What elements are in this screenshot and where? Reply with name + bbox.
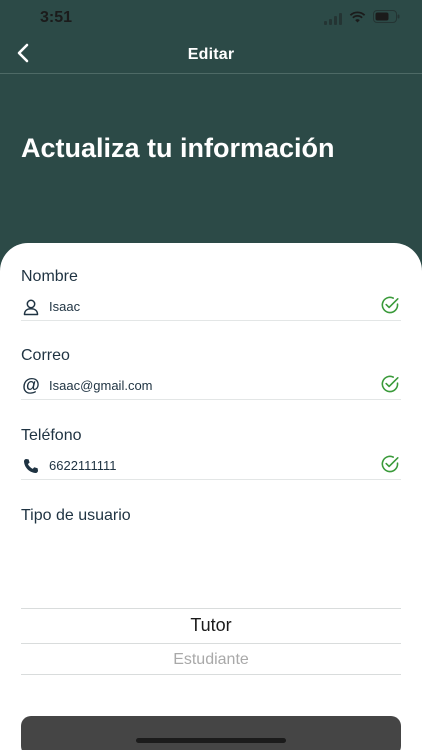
phone-value[interactable]: 6622111111 [49,458,379,473]
phone-field: Teléfono 6622111111 [21,427,401,480]
battery-icon [373,10,400,28]
picker-option-tutor[interactable]: Tutor [21,615,401,636]
name-input-row[interactable]: Isaac [21,293,401,321]
picker-divider [21,674,401,675]
status-time: 3:51 [40,9,73,26]
status-icons [324,10,400,28]
navigation-bar: Editar [0,36,422,74]
user-type-label: Tipo de usuario [21,507,131,524]
submit-button[interactable] [21,716,401,750]
home-indicator [136,738,286,743]
page-heading: Actualiza tu información [21,133,335,163]
phone-label: Teléfono [21,427,82,444]
phone-icon [21,456,41,476]
email-value[interactable]: Isaac@gmail.com [49,378,379,393]
check-circle-icon [379,373,401,395]
nav-title: Editar [187,46,235,63]
email-input-row[interactable]: @ Isaac@gmail.com [21,372,401,400]
name-field: Nombre Isaac [21,268,401,321]
picker-divider [21,643,401,644]
user-type-picker[interactable]: Tutor Estudiante [21,608,401,675]
email-field: Correo @ Isaac@gmail.com [21,347,401,400]
picker-option-estudiante[interactable]: Estudiante [21,651,401,669]
status-bar: 3:51 [0,0,422,36]
name-value[interactable]: Isaac [49,299,379,314]
name-label: Nombre [21,268,78,285]
check-circle-icon [379,294,401,316]
wifi-icon [349,10,366,28]
user-type-field: Tipo de usuario [21,507,401,525]
email-label: Correo [21,347,70,364]
phone-input-row[interactable]: 6622111111 [21,452,401,480]
at-icon: @ [22,375,40,395]
form-sheet: Nombre Isaac Correo @ Isaac@gmail.com Te… [0,243,422,750]
cellular-signal-icon [324,13,342,25]
user-icon [21,297,41,317]
picker-divider [21,608,401,609]
check-circle-icon [379,453,401,475]
